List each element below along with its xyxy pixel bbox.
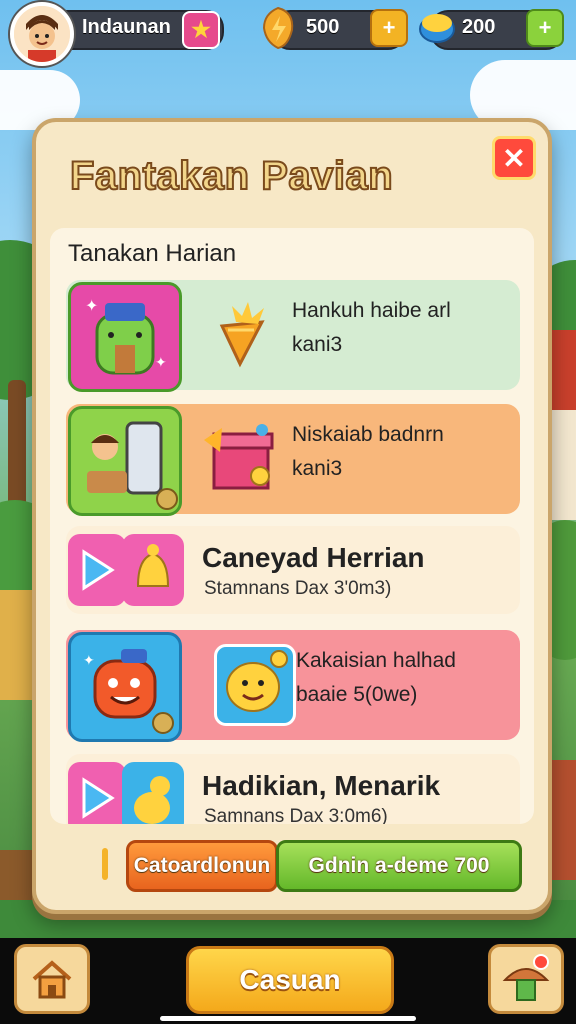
gift-box-reward-icon: [204, 424, 274, 490]
house-roof: [548, 330, 576, 410]
task-row-1-line2: kani3: [292, 333, 343, 356]
main-action-button[interactable]: Casuan: [186, 946, 394, 1014]
cactus-house-icon: ✦ ✦: [85, 298, 167, 375]
task-row-4-line2: baaie 5(0we): [296, 683, 418, 706]
monster-character-icon: ✦: [83, 649, 174, 734]
carrot-reward-icon: [219, 302, 265, 368]
plus-icon: +: [382, 15, 396, 40]
add-coins-button[interactable]: +: [370, 9, 408, 47]
green-claim-button[interactable]: Gdnin a-deme 700: [276, 840, 522, 892]
play-icon: [82, 777, 115, 819]
reward-tile: [214, 644, 296, 726]
orange-action-button[interactable]: Catoardlonun: [126, 840, 278, 892]
bell-icon-tile: [122, 534, 184, 606]
coin-icon: [258, 6, 298, 50]
gems-value: 200: [462, 16, 496, 38]
svg-text:✦: ✦: [85, 298, 98, 315]
task-row-3[interactable]: Caneyad Herrian Stamnans Dax 3'0m3): [66, 526, 520, 614]
task-row-2-line2: kani3: [292, 457, 343, 480]
play-icon: [82, 549, 115, 591]
task-row-1-text: Hankuh haibe arl kani3: [292, 294, 451, 362]
home-icon: [32, 960, 72, 999]
coins-value: 500: [306, 16, 340, 38]
duck-icon: [134, 776, 170, 824]
avatar[interactable]: [10, 2, 74, 66]
svg-text:✦: ✦: [83, 652, 95, 668]
phone-character-icon: [87, 421, 178, 510]
house-icon-tile: ✦ ✦: [68, 282, 182, 392]
duck-icon-tile: [122, 762, 184, 824]
house-wall: [548, 410, 576, 520]
reward-tile: [200, 418, 284, 498]
player-name: Indaunan: [82, 16, 171, 38]
star-button[interactable]: ★: [182, 11, 220, 49]
rewards-panel: Fantakan Pavian ✕ Tanakan Harian ✦ ✦ Han…: [32, 118, 552, 914]
close-icon: ✕: [502, 142, 526, 174]
task-row-2-text: Niskaiab badnrn kani3: [292, 418, 444, 486]
top-hud: Indaunan ★ 500 + 200 +: [0, 0, 576, 66]
shop-button[interactable]: [488, 944, 564, 1014]
task-row-2[interactable]: Niskaiab badnrn kani3: [66, 404, 520, 516]
add-gems-button[interactable]: +: [526, 9, 564, 47]
play-icon-tile: [68, 762, 126, 824]
task-row-5-title: Hadikian, Menarik: [202, 770, 441, 801]
close-button[interactable]: ✕: [492, 136, 536, 180]
avatar-face-icon: [14, 6, 70, 62]
task-row-1-line1: Hankuh haibe arl: [292, 299, 451, 322]
task-row-4-text: Kakaisian halhad baaie 5(0we): [296, 644, 456, 712]
bell-icon: [136, 544, 170, 587]
mushroom-hut-icon: [502, 954, 550, 1001]
task-list: Tanakan Harian ✦ ✦ Hankuh haibe arl kani…: [50, 228, 534, 824]
plus-icon: +: [538, 15, 552, 40]
home-button[interactable]: [14, 944, 90, 1014]
task-row-4[interactable]: ✦ Kakaisian halhad baaie 5(0we): [66, 630, 520, 742]
task-row-5-subtitle: Samnans Dax 3:0m6): [204, 806, 388, 824]
task-row-1[interactable]: ✦ ✦ Hankuh haibe arl kani3: [66, 280, 520, 392]
reward-tile: [206, 296, 278, 368]
smiley-reward-icon: [226, 650, 288, 712]
monster-icon-tile: ✦: [68, 632, 182, 742]
task-row-5[interactable]: Hadikian, Menarik Samnans Dax 3:0m6): [66, 754, 520, 824]
task-row-2-line1: Niskaiab badnrn: [292, 423, 444, 446]
gem-icon: [418, 8, 456, 46]
task-row-3-subtitle: Stamnans Dax 3'0m3): [204, 578, 392, 599]
task-row-3-title: Caneyad Herrian: [202, 542, 425, 573]
svg-text:✦: ✦: [155, 354, 167, 370]
home-indicator: [160, 1016, 416, 1021]
panel-title: Fantakan Pavian: [69, 153, 394, 199]
section-title: Tanakan Harian: [68, 240, 237, 267]
play-icon-tile: [68, 534, 126, 606]
task-row-4-line1: Kakaisian halhad: [296, 649, 456, 672]
small-arrow-marker: [102, 848, 108, 880]
star-icon: ★: [191, 17, 211, 42]
phone-icon-tile: [68, 406, 182, 516]
